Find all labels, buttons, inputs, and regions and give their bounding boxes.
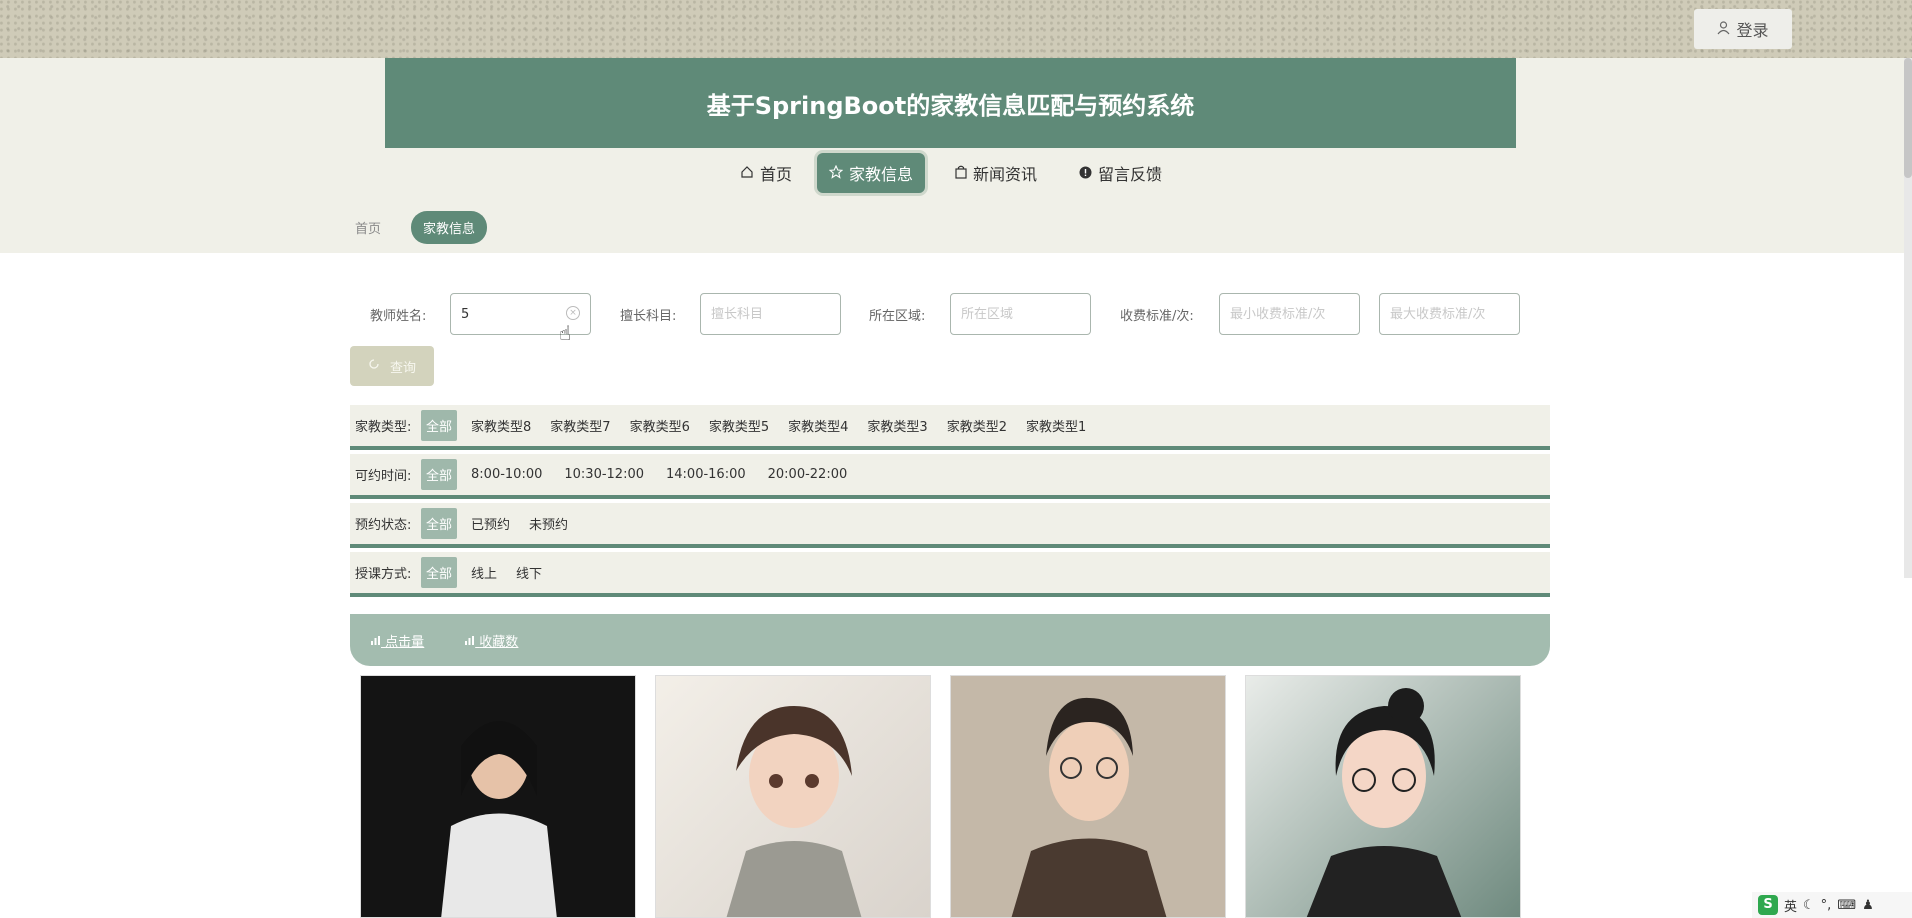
- query-label: 查询: [389, 360, 416, 376]
- tutor-card-photo[interactable]: [360, 675, 636, 918]
- filter-option[interactable]: 20:00-22:00: [763, 461, 853, 488]
- tutor-card-photo[interactable]: [655, 675, 931, 918]
- keyboard-icon[interactable]: ⌨: [1837, 898, 1856, 913]
- nav-news[interactable]: 新闻资讯: [943, 153, 1049, 193]
- region-label: 所在区域:: [869, 309, 926, 324]
- filter-option[interactable]: 家教类型6: [625, 410, 695, 441]
- filter-tutor-type: 家教类型: 全部 家教类型8 家教类型7 家教类型6 家教类型5 家教类型4 家…: [350, 405, 1550, 450]
- sort-by-favorites[interactable]: 收藏数: [464, 631, 518, 650]
- site-title: 基于SpringBoot的家教信息匹配与预约系统: [706, 91, 1195, 120]
- nav-news-label: 新闻资讯: [973, 165, 1038, 184]
- breadcrumb-home[interactable]: 首页: [355, 218, 381, 237]
- filter-option[interactable]: 家教类型1: [1021, 410, 1091, 441]
- filter-option[interactable]: 家教类型3: [862, 410, 932, 441]
- filter-option[interactable]: 家教类型5: [704, 410, 774, 441]
- filter-time-label: 可约时间:: [355, 469, 412, 484]
- login-label: 登录: [1736, 21, 1769, 40]
- sort-favorites-label: 收藏数: [479, 634, 519, 650]
- filter-available-time: 可约时间: 全部 8:00-10:00 10:30-12:00 14:00-16…: [350, 454, 1550, 499]
- nav-home-label: 首页: [760, 165, 793, 184]
- fee-label: 收费标准/次:: [1120, 309, 1194, 324]
- filter-option[interactable]: 家教类型2: [942, 410, 1012, 441]
- chart-icon: [465, 635, 475, 645]
- mouse-cursor-icon: ☝: [559, 321, 572, 345]
- filter-option[interactable]: 家教类型7: [545, 410, 615, 441]
- filter-option[interactable]: 全部: [421, 459, 458, 490]
- breadcrumb: 首页 家教信息: [355, 210, 488, 244]
- teacher-name-label: 教师姓名:: [370, 309, 427, 324]
- filter-booking-status: 预约状态: 全部 已预约 未预约: [350, 503, 1550, 548]
- nav-home[interactable]: 首页: [728, 153, 804, 193]
- breadcrumb-current[interactable]: 家教信息: [411, 210, 488, 244]
- query-button[interactable]: 查询: [350, 346, 434, 386]
- filter-option[interactable]: 家教类型4: [783, 410, 853, 441]
- filter-option[interactable]: 全部: [421, 410, 458, 441]
- fee-max-input[interactable]: [1379, 293, 1520, 335]
- filter-option[interactable]: 全部: [421, 557, 458, 588]
- nav-feedback-label: 留言反馈: [1098, 165, 1163, 184]
- star-icon: [828, 164, 844, 183]
- login-button[interactable]: 登录: [1694, 9, 1792, 49]
- sort-by-clicks[interactable]: 点击量: [370, 631, 424, 650]
- clear-icon[interactable]: ×: [566, 306, 580, 320]
- filter-option[interactable]: 14:00-16:00: [661, 461, 751, 488]
- filter-option[interactable]: 家教类型8: [466, 410, 536, 441]
- moon-icon[interactable]: ☾: [1803, 898, 1815, 913]
- bag-icon: [955, 164, 967, 183]
- refresh-icon: [368, 358, 380, 374]
- sort-clicks-label: 点击量: [385, 634, 425, 650]
- chart-icon: [371, 635, 380, 645]
- nav-tutor-label: 家教信息: [849, 165, 914, 184]
- system-tray: S 英 ☾ °, ⌨ ♟: [1752, 892, 1912, 918]
- home-icon: [740, 164, 754, 183]
- tutor-card-photo[interactable]: [1245, 675, 1521, 918]
- filter-option[interactable]: 未预约: [524, 508, 573, 539]
- main-nav: 首页 家教信息 新闻资讯 留言反馈: [0, 153, 1912, 198]
- punctuation-icon[interactable]: °,: [1821, 898, 1832, 913]
- fee-min-input[interactable]: [1219, 293, 1360, 335]
- filter-option[interactable]: 线上: [466, 557, 502, 588]
- tutor-card-photo[interactable]: [950, 675, 1226, 918]
- sogou-ime-icon[interactable]: S: [1758, 895, 1778, 915]
- filter-option[interactable]: 全部: [421, 508, 458, 539]
- nav-tutor-info[interactable]: 家教信息: [817, 153, 926, 193]
- filter-status-label: 预约状态:: [355, 518, 412, 533]
- filter-option[interactable]: 10:30-12:00: [559, 461, 649, 488]
- sort-bar: 点击量 收藏数: [350, 614, 1550, 666]
- filter-type-label: 家教类型:: [355, 420, 412, 435]
- region-input[interactable]: [950, 293, 1091, 335]
- scrollbar-thumb[interactable]: [1904, 58, 1912, 178]
- search-form: 教师姓名: 擅长科目: 所在区域: 收费标准/次:: [0, 293, 1912, 335]
- top-texture-band: [0, 0, 1912, 58]
- filter-option[interactable]: 线下: [511, 557, 547, 588]
- nav-feedback[interactable]: 留言反馈: [1067, 153, 1174, 193]
- info-icon: [1079, 164, 1092, 183]
- title-banner: 基于SpringBoot的家教信息匹配与预约系统: [385, 58, 1516, 148]
- filter-teaching-mode: 授课方式: 全部 线上 线下: [350, 552, 1550, 597]
- subject-label: 擅长科目:: [620, 309, 677, 324]
- filter-mode-label: 授课方式:: [355, 567, 412, 582]
- subject-input[interactable]: [700, 293, 841, 335]
- filter-option[interactable]: 8:00-10:00: [466, 461, 547, 488]
- user-tray-icon[interactable]: ♟: [1862, 898, 1874, 913]
- user-icon: [1717, 20, 1730, 39]
- ime-language-label[interactable]: 英: [1784, 896, 1797, 915]
- filter-option[interactable]: 已预约: [466, 508, 515, 539]
